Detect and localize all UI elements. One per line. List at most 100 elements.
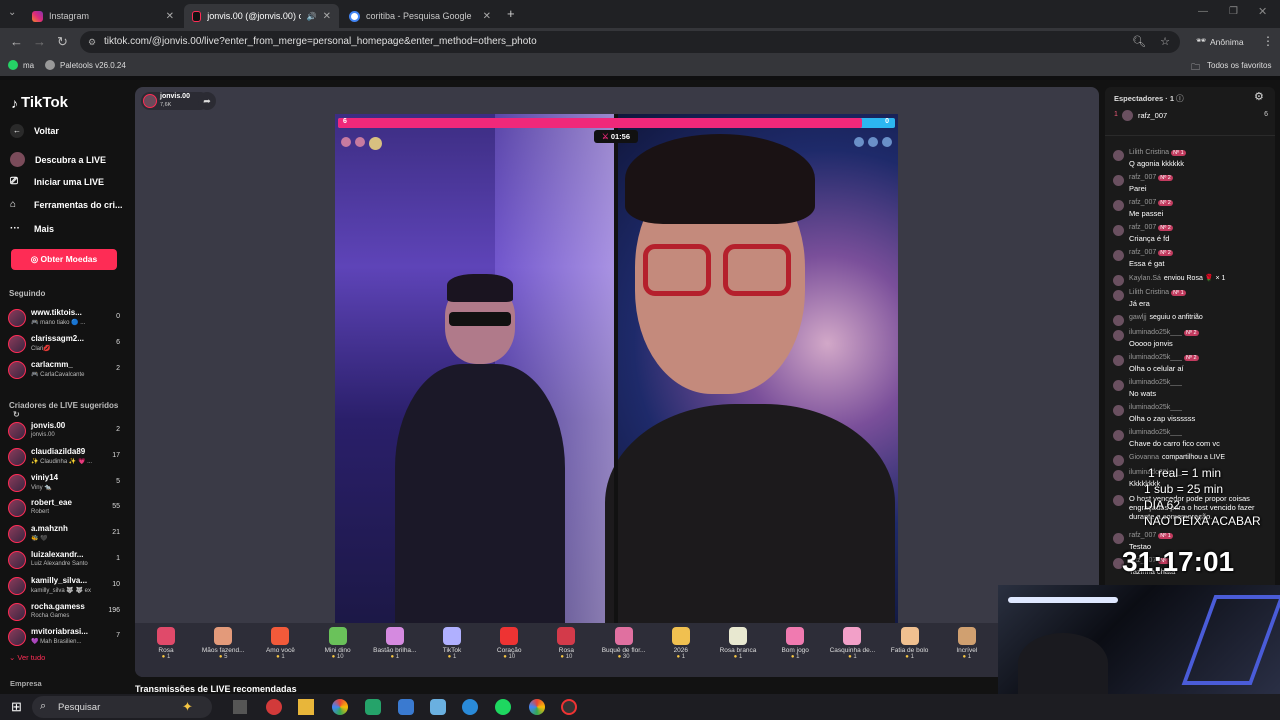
site-info-icon[interactable]: ⚙ bbox=[88, 31, 96, 53]
gift-item[interactable]: Amo você ● 1 bbox=[252, 627, 308, 660]
gift-item[interactable]: Coração ● 10 bbox=[481, 627, 537, 660]
chat-username[interactable]: gawljj seguiu o anfitrião bbox=[1129, 314, 1203, 321]
back-icon[interactable]: ← bbox=[10, 34, 23, 49]
chat-username[interactable]: iluminado25k___ Nº 2 bbox=[1129, 329, 1199, 336]
chat-username[interactable]: iluminado25k___ bbox=[1129, 404, 1182, 411]
app-icon[interactable] bbox=[266, 699, 282, 715]
gift-item[interactable]: TikTok ● 1 bbox=[424, 627, 480, 660]
avatar bbox=[8, 576, 26, 595]
tab-list-icon[interactable]: ⌄ bbox=[8, 7, 16, 18]
close-icon[interactable]: ✕ bbox=[483, 11, 491, 22]
back-link[interactable]: ← Voltar bbox=[10, 124, 59, 138]
chat-username[interactable]: iluminado25k___ bbox=[1129, 429, 1182, 436]
creator-item[interactable]: jonvis.00 jonvis.00 2 bbox=[8, 420, 124, 444]
sidebar-item-creator-tools[interactable]: ⌂ Ferramentas do cri... bbox=[10, 199, 123, 210]
gift-item[interactable]: Incrível ● 1 bbox=[939, 627, 995, 660]
supporter-icon bbox=[355, 137, 365, 147]
zoom-icon[interactable]: 🔍︎ bbox=[1132, 31, 1146, 53]
app-icon[interactable] bbox=[398, 699, 414, 715]
chrome-icon[interactable] bbox=[529, 699, 545, 715]
app-icon[interactable] bbox=[430, 699, 446, 715]
get-coins-button[interactable]: ◎ Obter Moedas bbox=[11, 249, 117, 270]
chat-username[interactable]: rafz_007 Nº 2 bbox=[1129, 174, 1173, 181]
avatar bbox=[1113, 200, 1124, 211]
chat-username[interactable]: iluminado25k___ Nº 2 bbox=[1129, 354, 1199, 361]
chat-username[interactable]: rafz_007 Nº 1 bbox=[1129, 532, 1173, 539]
overlay-line-4: NAO DEIXA ACABAR bbox=[1144, 514, 1261, 528]
following-item[interactable]: www.tiktois... 🎮 mano tiako 🔵 ... 0 bbox=[8, 307, 124, 331]
chat-username[interactable]: Kaylan.Sá enviou Rosa 🌹 × 1 bbox=[1129, 274, 1225, 282]
gift-item[interactable]: Mini dino ● 10 bbox=[310, 627, 366, 660]
edge-icon[interactable] bbox=[462, 699, 478, 715]
gift-item[interactable]: Bastão brilha... ● 1 bbox=[367, 627, 423, 660]
top-viewer-row[interactable]: 1 rafz_007 6 bbox=[1114, 109, 1268, 123]
gift-item[interactable]: 2026 ● 1 bbox=[653, 627, 709, 660]
task-view-icon[interactable] bbox=[233, 700, 247, 714]
share-icon[interactable]: ➦ bbox=[198, 92, 216, 110]
overlay-line-3: DIA 62 bbox=[1144, 498, 1181, 512]
chat-username[interactable]: rafz_007 Nº 2 bbox=[1129, 224, 1173, 231]
taskbar-search[interactable]: ⌕ Pesquisar ✦ bbox=[32, 696, 212, 718]
star-icon[interactable]: ☆ bbox=[1160, 31, 1170, 53]
obs-icon[interactable] bbox=[561, 699, 577, 715]
chrome-icon[interactable] bbox=[332, 699, 348, 715]
settings-icon[interactable]: ⚙ bbox=[1254, 90, 1264, 103]
sidebar-item-discover-live[interactable]: Descubra a LIVE bbox=[10, 152, 106, 167]
chat-username[interactable]: rafz_007 Nº 2 bbox=[1129, 249, 1173, 256]
chat-username[interactable]: Giovanna compartilhou a LIVE bbox=[1129, 454, 1225, 461]
creator-item[interactable]: viniy14 Viny 🐀 5 bbox=[8, 472, 124, 496]
windows-icon[interactable]: ⊞ bbox=[11, 699, 22, 715]
new-tab-icon[interactable]: + bbox=[507, 6, 515, 21]
bookmark-ma[interactable]: ma bbox=[23, 61, 34, 70]
forward-icon[interactable]: → bbox=[33, 34, 46, 49]
avatar bbox=[1113, 315, 1124, 326]
chat-username[interactable]: iluminado25k___ bbox=[1129, 379, 1182, 386]
company-link[interactable]: Empresa bbox=[10, 679, 42, 688]
close-icon[interactable]: ✕ bbox=[166, 11, 174, 22]
close-window-icon[interactable]: ✕ bbox=[1258, 5, 1267, 18]
speaker-icon[interactable]: 🔊 bbox=[307, 12, 317, 21]
gift-item[interactable]: Buquê de flor... ● 30 bbox=[596, 627, 652, 660]
all-favorites[interactable]: Todos os favoritos bbox=[1207, 61, 1271, 70]
gift-item[interactable]: Fatia de bolo ● 1 bbox=[882, 627, 938, 660]
sidebar-item-more[interactable]: ··· Mais bbox=[10, 223, 54, 234]
whatsapp-icon[interactable] bbox=[365, 699, 381, 715]
tiktok-logo[interactable]: ♪ TikTok bbox=[11, 94, 68, 111]
gift-item[interactable]: Mãos fazend... ● 5 bbox=[195, 627, 251, 660]
score-left: 6 bbox=[343, 118, 347, 125]
chat-username[interactable]: Lilith Cristina Nº 1 bbox=[1129, 289, 1186, 296]
info-icon[interactable]: ⓘ bbox=[1176, 94, 1184, 103]
gift-item[interactable]: Rosa ● 1 bbox=[138, 627, 194, 660]
folder-icon[interactable] bbox=[298, 699, 314, 715]
minimize-icon[interactable]: — bbox=[1198, 6, 1208, 17]
creator-item[interactable]: mvitoriabrasi... 💜 Mah Brasilien... 7 bbox=[8, 626, 124, 650]
following-item[interactable]: carlacmm_ 🎮 CarlaCavalcante 2 bbox=[8, 359, 124, 383]
refresh-icon[interactable]: ↻ bbox=[13, 410, 20, 419]
url-bar[interactable]: ⚙ tiktok.com/@jonvis.00/live?enter_from_… bbox=[80, 31, 1180, 53]
tab-google[interactable]: coritiba - Pesquisa Google ✕ bbox=[341, 4, 499, 28]
sidebar-item-start-live[interactable]: ⎚ Iniciar uma LIVE bbox=[10, 176, 104, 187]
chat-username[interactable]: Lilith Cristina Nº 1 bbox=[1129, 149, 1186, 156]
gift-item[interactable]: Bom jogo ● 1 bbox=[767, 627, 823, 660]
creator-item[interactable]: claudiazilda89 ✨ Claudinha ✨ 💗 ... 17 bbox=[8, 446, 124, 470]
restore-icon[interactable]: ❐ bbox=[1229, 6, 1238, 17]
menu-icon[interactable]: ⋮ bbox=[1262, 34, 1274, 48]
creator-item[interactable]: kamilly_silva... kamilly_silva 🐺 🐺 ex 10 bbox=[8, 575, 124, 599]
creator-item[interactable]: rocha.gamess Rocha Games 196 bbox=[8, 601, 124, 625]
gift-item[interactable]: Rosa branca ● 1 bbox=[710, 627, 766, 660]
creator-item[interactable]: a.mahznh 🐝 🖤 21 bbox=[8, 523, 124, 547]
creator-item[interactable]: robert_eae Robert 55 bbox=[8, 497, 124, 521]
creator-item[interactable]: luizalexandr... Luiz Alexandre Santo 1 bbox=[8, 549, 124, 573]
following-item[interactable]: clarissagm2... Clari💋 6 bbox=[8, 333, 124, 357]
gift-item[interactable]: Rosa ● 10 bbox=[538, 627, 594, 660]
tab-instagram[interactable]: Instagram ✕ bbox=[24, 4, 182, 28]
see-all-link[interactable]: ⌄ Ver tudo bbox=[9, 653, 45, 662]
reload-icon[interactable]: ↻ bbox=[57, 34, 68, 50]
chat-username[interactable]: rafz_007 Nº 2 bbox=[1129, 199, 1173, 206]
profile-label[interactable]: Anônima bbox=[1210, 37, 1244, 47]
bookmark-paletools[interactable]: Paletools v26.0.24 bbox=[60, 61, 126, 70]
spotify-icon[interactable] bbox=[495, 699, 511, 715]
close-icon[interactable]: ✕ bbox=[323, 11, 331, 22]
tab-tiktok[interactable]: jonvis.00 (@jonvis.00) com... 🔊 ✕ bbox=[184, 4, 339, 28]
gift-item[interactable]: Casquinha de... ● 1 bbox=[824, 627, 880, 660]
